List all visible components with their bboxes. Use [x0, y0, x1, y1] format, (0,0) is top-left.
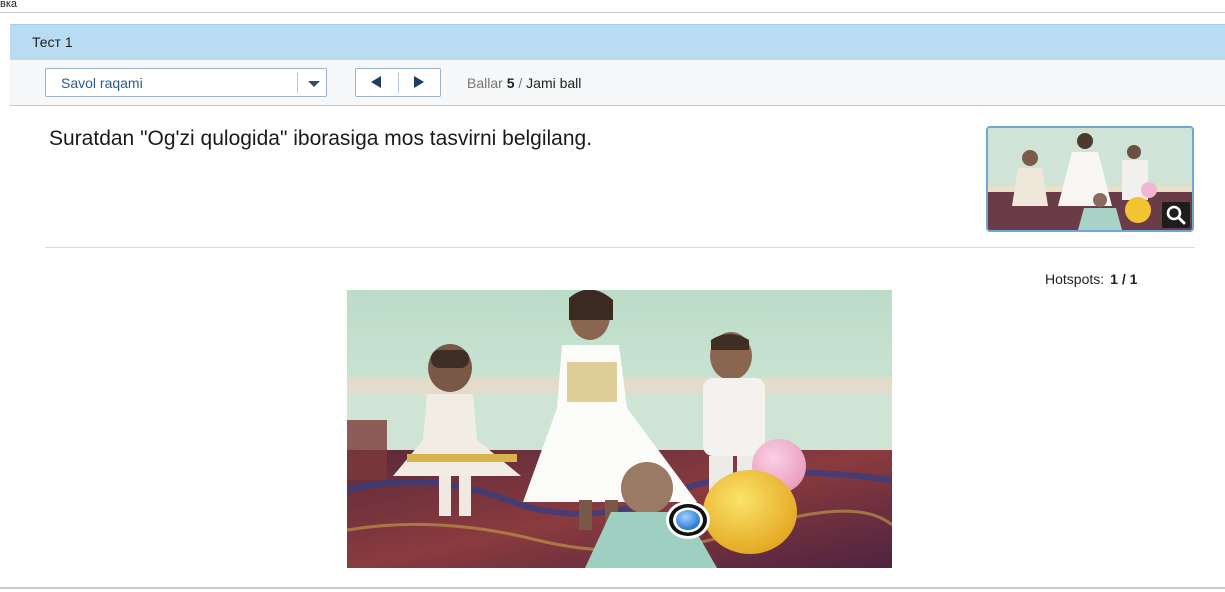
- score-label: Ballar: [467, 75, 503, 91]
- question-text: Suratdan "Og'zi qulogida" iborasiga mos …: [49, 127, 593, 150]
- score-value: 5: [506, 75, 515, 91]
- total-score-label: Jami ball: [526, 75, 582, 91]
- zoom-button[interactable]: [1162, 202, 1190, 228]
- chevron-down-icon[interactable]: [308, 81, 320, 87]
- top-strip-text: вка: [0, 0, 18, 10]
- main-photo: [347, 290, 892, 568]
- hotspot-image[interactable]: [347, 290, 892, 568]
- select-separator: [297, 73, 298, 93]
- test-title-bar: Тест 1: [10, 24, 1225, 60]
- question-nav-group: [355, 68, 441, 97]
- hotspots-value: 1 / 1: [1110, 271, 1138, 287]
- test-title: Тест 1: [32, 34, 73, 50]
- section-divider: [45, 247, 1195, 248]
- hotspots-counter: Hotspots: 1 / 1: [1045, 271, 1137, 287]
- top-strip: вка: [0, 0, 1225, 13]
- question-toolbar: Savol raqami Ballar 5 / Jami ball: [10, 60, 1225, 106]
- hotspots-label: Hotspots:: [1045, 271, 1105, 287]
- previous-question-button[interactable]: [356, 69, 398, 96]
- bottom-divider: [0, 587, 1225, 589]
- question-number-select-label: Savol raqami: [61, 75, 143, 91]
- score-display: Ballar 5 / Jami ball: [467, 75, 581, 91]
- arrow-right-icon: [414, 76, 424, 88]
- question-image-thumbnail[interactable]: [986, 126, 1194, 232]
- hotspot-marker[interactable]: [665, 500, 711, 540]
- hotspot-marker-icon: [666, 501, 710, 539]
- arrow-left-icon: [371, 76, 381, 88]
- question-number-select[interactable]: Savol raqami: [45, 68, 327, 97]
- next-question-button[interactable]: [399, 69, 441, 96]
- score-separator: /: [518, 75, 523, 91]
- magnifier-icon: [1166, 205, 1186, 225]
